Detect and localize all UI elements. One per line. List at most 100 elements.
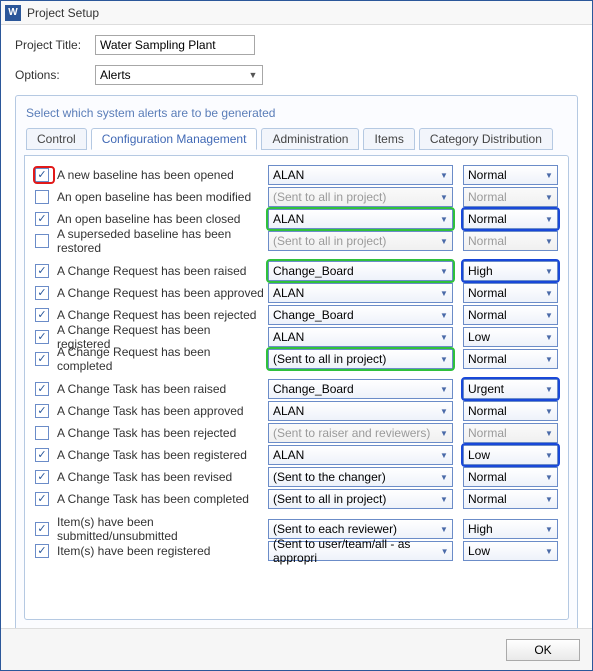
- recipient-select[interactable]: ALAN▼: [268, 445, 453, 465]
- priority-select[interactable]: Normal▼: [463, 209, 558, 229]
- alert-checkbox[interactable]: [35, 234, 49, 248]
- alert-checkbox[interactable]: [35, 190, 49, 204]
- alert-checkbox[interactable]: [35, 448, 49, 462]
- tab-body: A new baseline has been openedALAN▼Norma…: [24, 155, 569, 620]
- priority-value: Normal: [468, 470, 507, 484]
- chevron-down-icon: ▼: [439, 547, 450, 556]
- alert-checkbox[interactable]: [35, 404, 49, 418]
- tab-configuration-management[interactable]: Configuration Management: [91, 128, 258, 150]
- recipient-value: (Sent to all in project): [273, 352, 386, 366]
- recipient-select[interactable]: (Sent to all in project)▼: [268, 349, 453, 369]
- alert-checkbox[interactable]: [35, 426, 49, 440]
- recipient-select[interactable]: (Sent to all in project) ▼: [268, 489, 453, 509]
- chevron-down-icon: ▼: [543, 495, 555, 504]
- recipient-select: (Sent to all in project) ▼: [268, 187, 453, 207]
- ok-button[interactable]: OK: [506, 639, 580, 661]
- tab-items[interactable]: Items: [363, 128, 414, 150]
- recipient-value: Change_Board: [273, 308, 354, 322]
- alert-label: An open baseline has been modified: [57, 190, 264, 204]
- priority-select[interactable]: Normal▼: [463, 305, 558, 325]
- alert-label: An open baseline has been closed: [57, 212, 264, 226]
- priority-value: Normal: [468, 286, 507, 300]
- recipient-select[interactable]: ALAN▼: [268, 327, 453, 347]
- recipient-value: Change_Board: [273, 264, 354, 278]
- alert-checkbox[interactable]: [35, 522, 49, 536]
- tab-control[interactable]: Control: [26, 128, 87, 150]
- priority-select[interactable]: Normal ▼: [463, 283, 558, 303]
- chevron-down-icon: ▼: [438, 429, 450, 438]
- alert-label: A Change Request has been approved: [57, 286, 264, 300]
- alert-row: A Change Task has been rejected(Sent to …: [35, 422, 558, 444]
- recipient-value: ALAN: [273, 286, 304, 300]
- alert-label: A Change Task has been registered: [57, 448, 264, 462]
- chevron-down-icon: ▼: [438, 385, 450, 394]
- priority-select[interactable]: Normal▼: [463, 165, 558, 185]
- recipient-select[interactable]: ALAN▼: [268, 209, 453, 229]
- chevron-down-icon: ▼: [438, 289, 450, 298]
- priority-select[interactable]: Normal▼: [463, 349, 558, 369]
- alert-checkbox[interactable]: [35, 308, 49, 322]
- recipient-select[interactable]: Change_Board▼: [268, 261, 453, 281]
- alert-label: A superseded baseline has been restored: [57, 227, 264, 255]
- recipient-select[interactable]: ALAN▼: [268, 401, 453, 421]
- priority-value: Low: [468, 544, 490, 558]
- alert-checkbox[interactable]: [35, 382, 49, 396]
- tab-category-distribution[interactable]: Category Distribution: [419, 128, 553, 150]
- highlight: Low▼: [463, 445, 558, 465]
- recipient-select[interactable]: (Sent to user/team/all - as appropri▼: [268, 541, 453, 561]
- chevron-down-icon: ▼: [543, 289, 555, 298]
- priority-value: Low: [468, 448, 490, 462]
- alert-checkbox[interactable]: [35, 212, 49, 226]
- project-title-input[interactable]: [95, 35, 255, 55]
- priority-select[interactable]: Low▼: [463, 327, 558, 347]
- tab-administration[interactable]: Administration: [261, 128, 359, 150]
- alert-checkbox[interactable]: [35, 352, 49, 366]
- recipient-select[interactable]: (Sent to the changer)▼: [268, 467, 453, 487]
- chevron-down-icon: ▼: [438, 311, 450, 320]
- alert-checkbox[interactable]: [35, 330, 49, 344]
- recipient-value: (Sent to all in project): [273, 190, 386, 204]
- alert-checkbox[interactable]: [35, 264, 49, 278]
- priority-value: Normal: [468, 308, 507, 322]
- alert-checkbox[interactable]: [35, 544, 49, 558]
- recipient-select[interactable]: (Sent to each reviewer)▼: [268, 519, 453, 539]
- content-area: Project Title: Options: Alerts ▼ Select …: [1, 25, 592, 639]
- alert-label: A Change Task has been revised: [57, 470, 264, 484]
- alert-row: A Change Task has been approvedALAN▼Norm…: [35, 400, 558, 422]
- alert-checkbox[interactable]: [35, 470, 49, 484]
- chevron-down-icon: ▼: [438, 215, 450, 224]
- priority-select[interactable]: Normal ▼: [463, 489, 558, 509]
- priority-select[interactable]: Low▼: [463, 445, 558, 465]
- options-combo[interactable]: Alerts ▼: [95, 65, 263, 85]
- recipient-select[interactable]: ALAN ▼: [268, 283, 453, 303]
- recipient-value: (Sent to all in project): [273, 234, 386, 248]
- chevron-down-icon: ▼: [438, 193, 450, 202]
- recipient-select[interactable]: Change_Board▼: [268, 379, 453, 399]
- priority-select[interactable]: Normal▼: [463, 401, 558, 421]
- priority-value: Normal: [468, 492, 507, 506]
- alert-checkbox[interactable]: [35, 286, 49, 300]
- priority-select[interactable]: High▼: [463, 261, 558, 281]
- chevron-down-icon: ▼: [438, 495, 450, 504]
- chevron-down-icon: ▼: [543, 547, 555, 556]
- project-title-label: Project Title:: [15, 38, 85, 52]
- recipient-value: (Sent to all in project): [273, 492, 386, 506]
- alert-checkbox[interactable]: [35, 492, 49, 506]
- priority-select[interactable]: Low ▼: [463, 541, 558, 561]
- panel-caption: Select which system alerts are to be gen…: [26, 106, 567, 120]
- alert-row: A Change Request has been completed(Sent…: [35, 348, 558, 370]
- priority-select[interactable]: Normal▼: [463, 467, 558, 487]
- chevron-down-icon: ▼: [438, 473, 450, 482]
- priority-value: Normal: [468, 352, 507, 366]
- app-icon: W: [5, 5, 21, 21]
- priority-select[interactable]: Urgent▼: [463, 379, 558, 399]
- recipient-select[interactable]: ALAN▼: [268, 165, 453, 185]
- highlight: Normal▼: [463, 209, 558, 229]
- priority-select[interactable]: High▼: [463, 519, 558, 539]
- titlebar: W Project Setup: [1, 1, 592, 25]
- chevron-down-icon: ▼: [543, 237, 555, 246]
- recipient-select[interactable]: Change_Board ▼: [268, 305, 453, 325]
- priority-value: Normal: [468, 426, 507, 440]
- alert-checkbox[interactable]: [35, 168, 49, 182]
- alert-label: A Change Request has been raised: [57, 264, 264, 278]
